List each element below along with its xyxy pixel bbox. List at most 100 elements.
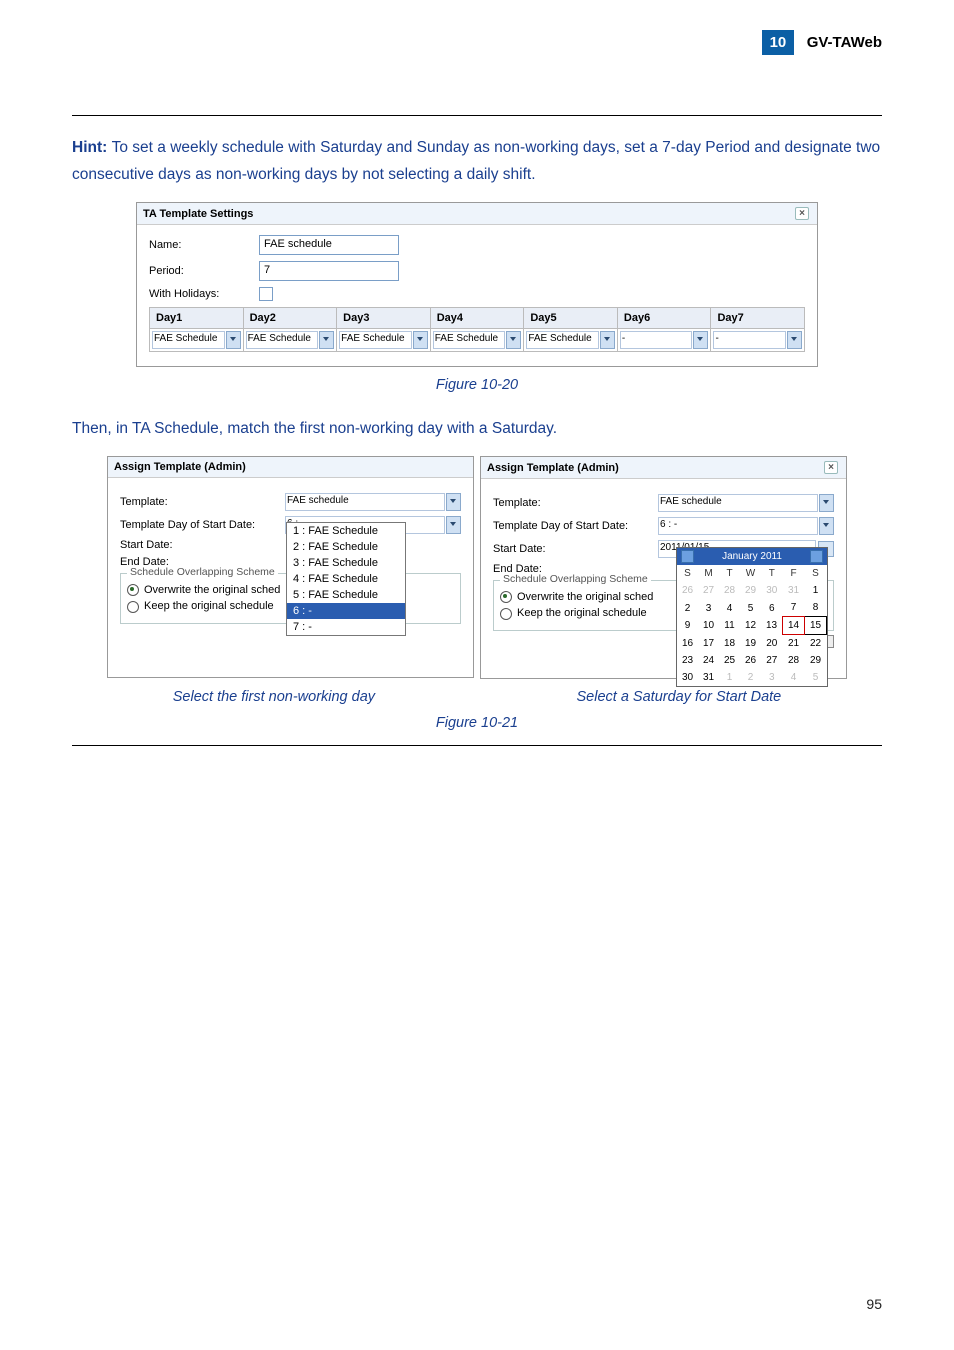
period-input[interactable]: 7 <box>259 261 399 281</box>
name-input[interactable]: FAE schedule <box>259 235 399 255</box>
product-title: GV-TAWeb <box>807 34 882 51</box>
opt-keep: Keep the original schedule <box>144 600 274 612</box>
cal-day[interactable]: 2 <box>677 599 698 617</box>
calendar-month: January 2011 <box>722 551 782 562</box>
next-month-icon[interactable] <box>810 550 823 563</box>
cal-day[interactable]: 19 <box>740 635 761 653</box>
tdsd-select[interactable]: 6 : - <box>658 517 818 535</box>
cal-day[interactable]: 12 <box>740 617 761 635</box>
cal-day[interactable]: 29 <box>805 652 827 669</box>
cal-day[interactable]: 23 <box>677 652 698 669</box>
opt-overwrite: Overwrite the original sched <box>517 591 653 603</box>
chevron-down-icon[interactable] <box>446 516 461 534</box>
day1-select[interactable]: FAE Schedule <box>152 331 225 349</box>
cal-day[interactable]: 31 <box>783 582 805 599</box>
list-item[interactable]: 6 : - <box>287 603 405 619</box>
day-tab[interactable]: Day1 <box>150 308 244 328</box>
cal-day[interactable]: 2 <box>740 669 761 686</box>
close-icon[interactable]: × <box>795 207 809 220</box>
list-item[interactable]: 5 : FAE Schedule <box>287 587 405 603</box>
cal-day[interactable]: 18 <box>719 635 740 653</box>
date-picker-popup[interactable]: January 2011 S M T W T F S <box>676 547 828 687</box>
tdsd-dropdown-list[interactable]: 1 : FAE Schedule 2 : FAE Schedule 3 : FA… <box>286 522 406 636</box>
chevron-down-icon[interactable] <box>506 331 521 349</box>
cal-day[interactable]: 31 <box>698 669 719 686</box>
chevron-down-icon[interactable] <box>600 331 615 349</box>
cal-day[interactable]: 16 <box>677 635 698 653</box>
day3-select[interactable]: FAE Schedule <box>339 331 412 349</box>
template-select[interactable]: FAE schedule <box>658 494 818 512</box>
day-tab[interactable]: Day4 <box>431 308 525 328</box>
cal-day[interactable]: 30 <box>761 582 783 599</box>
cal-day[interactable]: 27 <box>698 582 719 599</box>
cal-day[interactable]: 26 <box>740 652 761 669</box>
cal-day[interactable]: 4 <box>719 599 740 617</box>
chevron-down-icon[interactable] <box>319 331 334 349</box>
cal-day[interactable]: 13 <box>761 617 783 635</box>
cal-day-selected[interactable]: 15 <box>805 617 827 635</box>
cal-day[interactable]: 1 <box>805 582 827 599</box>
day-tab[interactable]: Day2 <box>244 308 338 328</box>
cal-day[interactable]: 30 <box>677 669 698 686</box>
cal-day[interactable]: 26 <box>677 582 698 599</box>
cal-day[interactable]: 3 <box>698 599 719 617</box>
chevron-down-icon[interactable] <box>693 331 708 349</box>
radio-keep[interactable] <box>500 608 512 620</box>
close-icon[interactable]: × <box>824 461 838 474</box>
cal-day[interactable]: 20 <box>761 635 783 653</box>
chevron-down-icon[interactable] <box>819 517 834 535</box>
cal-day[interactable]: 1 <box>719 669 740 686</box>
cal-day[interactable]: 6 <box>761 599 783 617</box>
cal-day[interactable]: 5 <box>740 599 761 617</box>
cal-day[interactable]: 7 <box>783 599 805 617</box>
chevron-down-icon[interactable] <box>787 331 802 349</box>
tdsd-label: Template Day of Start Date: <box>120 519 285 531</box>
cal-day[interactable]: 29 <box>740 582 761 599</box>
radio-keep[interactable] <box>127 601 139 613</box>
chevron-down-icon[interactable] <box>413 331 428 349</box>
cal-day[interactable]: 25 <box>719 652 740 669</box>
template-select[interactable]: FAE schedule <box>285 493 445 511</box>
holidays-checkbox[interactable] <box>259 287 273 301</box>
day7-select[interactable]: - <box>713 331 786 349</box>
day-tab[interactable]: Day7 <box>711 308 804 328</box>
day2-select[interactable]: FAE Schedule <box>246 331 319 349</box>
cal-day[interactable]: 10 <box>698 617 719 635</box>
cal-day[interactable]: 17 <box>698 635 719 653</box>
cal-day[interactable]: 4 <box>783 669 805 686</box>
cal-day[interactable]: 24 <box>698 652 719 669</box>
list-item[interactable]: 2 : FAE Schedule <box>287 539 405 555</box>
page-number: 95 <box>866 1296 882 1312</box>
cal-day[interactable]: 28 <box>783 652 805 669</box>
list-item[interactable]: 4 : FAE Schedule <box>287 571 405 587</box>
cal-day[interactable]: 21 <box>783 635 805 653</box>
day5-select[interactable]: FAE Schedule <box>526 331 599 349</box>
radio-overwrite[interactable] <box>127 584 139 596</box>
cal-day[interactable]: 28 <box>719 582 740 599</box>
cal-day[interactable]: 8 <box>805 599 827 617</box>
cal-day[interactable]: 5 <box>805 669 827 686</box>
calendar-grid: S M T W T F S 26 27 28 29 <box>677 565 827 686</box>
day-tab[interactable]: Day3 <box>337 308 431 328</box>
prev-month-icon[interactable] <box>681 550 694 563</box>
dow: S <box>677 565 698 582</box>
cal-day[interactable]: 22 <box>805 635 827 653</box>
panel-title: Assign Template (Admin) <box>487 462 619 474</box>
figure-caption: Figure 10-20 <box>72 377 882 393</box>
cal-day[interactable]: 3 <box>761 669 783 686</box>
list-item[interactable]: 3 : FAE Schedule <box>287 555 405 571</box>
cal-day[interactable]: 9 <box>677 617 698 635</box>
list-item[interactable]: 7 : - <box>287 619 405 635</box>
cal-day[interactable]: 14 <box>783 617 805 635</box>
day-tab[interactable]: Day5 <box>524 308 618 328</box>
day6-select[interactable]: - <box>620 331 693 349</box>
cal-day[interactable]: 27 <box>761 652 783 669</box>
list-item[interactable]: 1 : FAE Schedule <box>287 523 405 539</box>
chevron-down-icon[interactable] <box>446 493 461 511</box>
chevron-down-icon[interactable] <box>819 494 834 512</box>
cal-day[interactable]: 11 <box>719 617 740 635</box>
day-tab[interactable]: Day6 <box>618 308 712 328</box>
chevron-down-icon[interactable] <box>226 331 241 349</box>
day4-select[interactable]: FAE Schedule <box>433 331 506 349</box>
radio-overwrite[interactable] <box>500 591 512 603</box>
